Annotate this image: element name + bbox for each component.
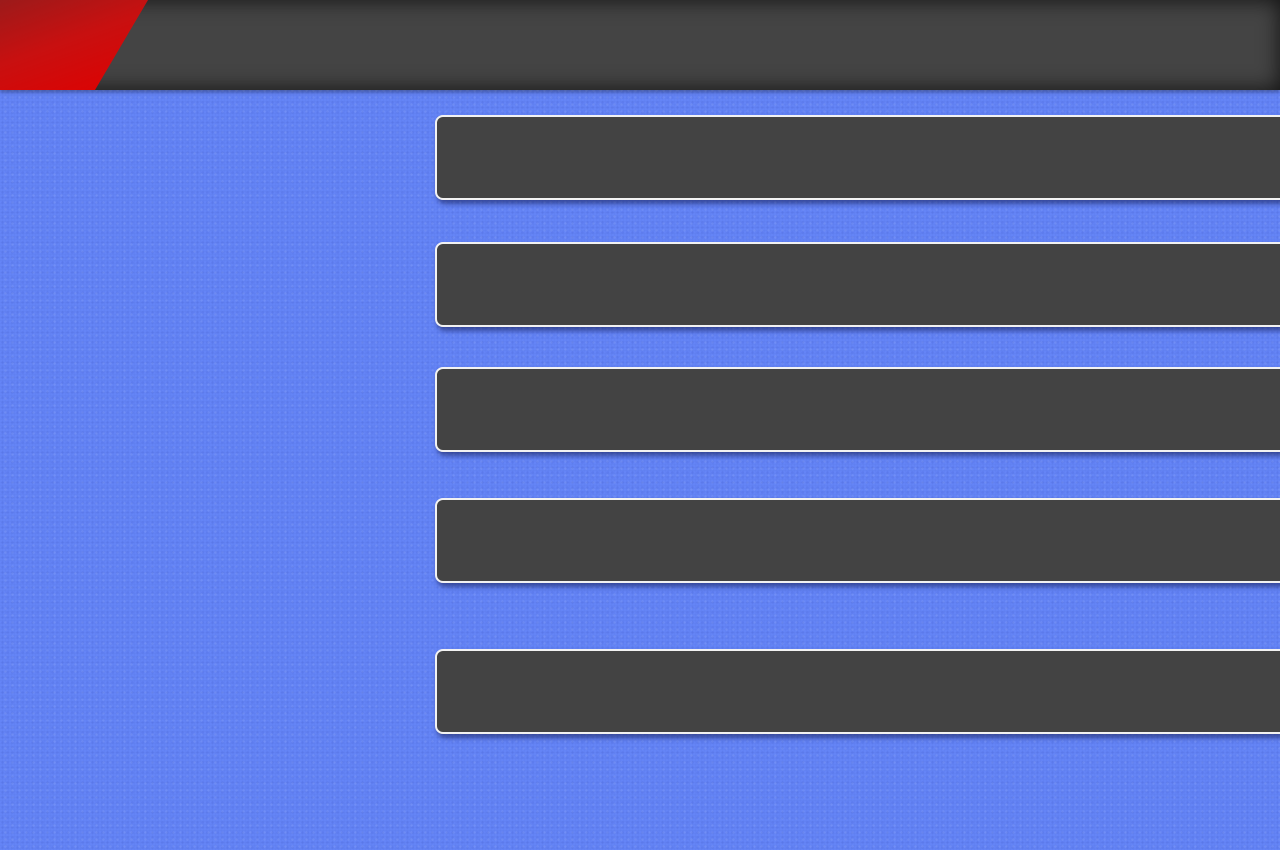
- menu-button-1[interactable]: [435, 115, 1280, 200]
- menu-button-3[interactable]: [435, 367, 1280, 452]
- menu-button-5[interactable]: [435, 649, 1280, 734]
- menu-button-2[interactable]: [435, 242, 1280, 327]
- menu-button-4[interactable]: [435, 498, 1280, 583]
- top-bar: [0, 0, 1280, 90]
- game-screen: [0, 0, 1280, 850]
